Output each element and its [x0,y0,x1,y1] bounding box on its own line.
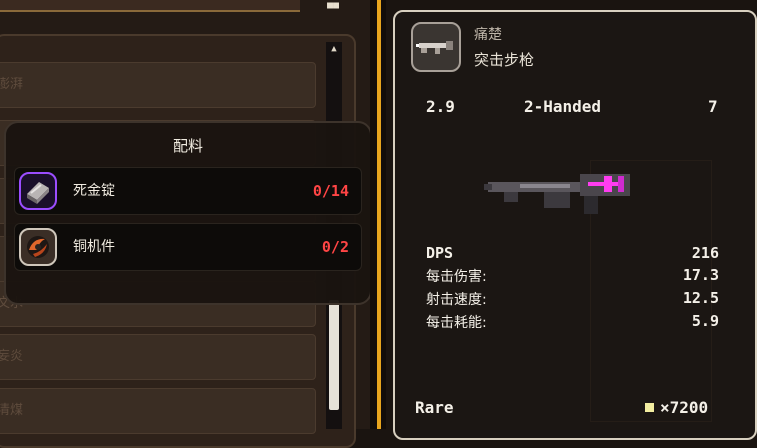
stat-value-damage: 17.3 [682,266,719,284]
stat-label-energy: 每击耗能: [426,315,487,331]
weapon-name: 痛楚 [474,27,502,43]
recipe-title: 配料 [172,137,203,155]
deathmetal-ingot-icon [19,172,57,210]
copper-part-icon [19,228,57,266]
stat-label-dps: DPS [426,244,454,262]
weapon-stat-right: 7 [708,97,718,116]
material-name: 死金锭 [73,183,115,199]
divider-accent-line [377,0,381,429]
stat-value-dps: 216 [691,244,719,262]
assault-rifle-icon [411,22,461,72]
stat-label-firerate: 射击速度: [426,292,487,308]
list-item[interactable]: 清煤 [0,388,316,434]
weapon-stat-left: 2.9 [426,97,455,116]
material-name: 铜机件 [73,239,115,255]
weapon-type: 突击步枪 [474,51,535,69]
scroll-up-arrow-icon[interactable]: ▲ [326,44,342,54]
material-count: 0/2 [321,238,349,256]
price-value: ×7200 [660,398,709,417]
stat-value-firerate: 12.5 [682,289,719,307]
list-item[interactable]: 澎湃 [0,62,316,108]
recipe-tooltip: 配料 死金锭 0/14 铜机件 0/2 [4,121,372,305]
weapon-sprite [484,168,644,220]
weapon-handedness: 2-Handed [524,97,602,116]
list-item[interactable]: 妄炎 [0,334,316,380]
stat-label-damage: 每击伤害: [426,269,487,285]
material-row: 死金锭 0/14 [14,167,362,215]
material-row: 铜机件 0/2 [14,223,362,271]
stat-value-energy: 5.9 [691,312,719,330]
corner-indicator-icon: ■■ [326,0,340,11]
rarity-label: Rare [415,398,454,417]
pixel-coin-icon [645,403,654,412]
top-tab-strip [0,0,300,12]
scrollbar-thumb[interactable] [329,300,339,410]
material-count: 0/14 [312,182,349,200]
